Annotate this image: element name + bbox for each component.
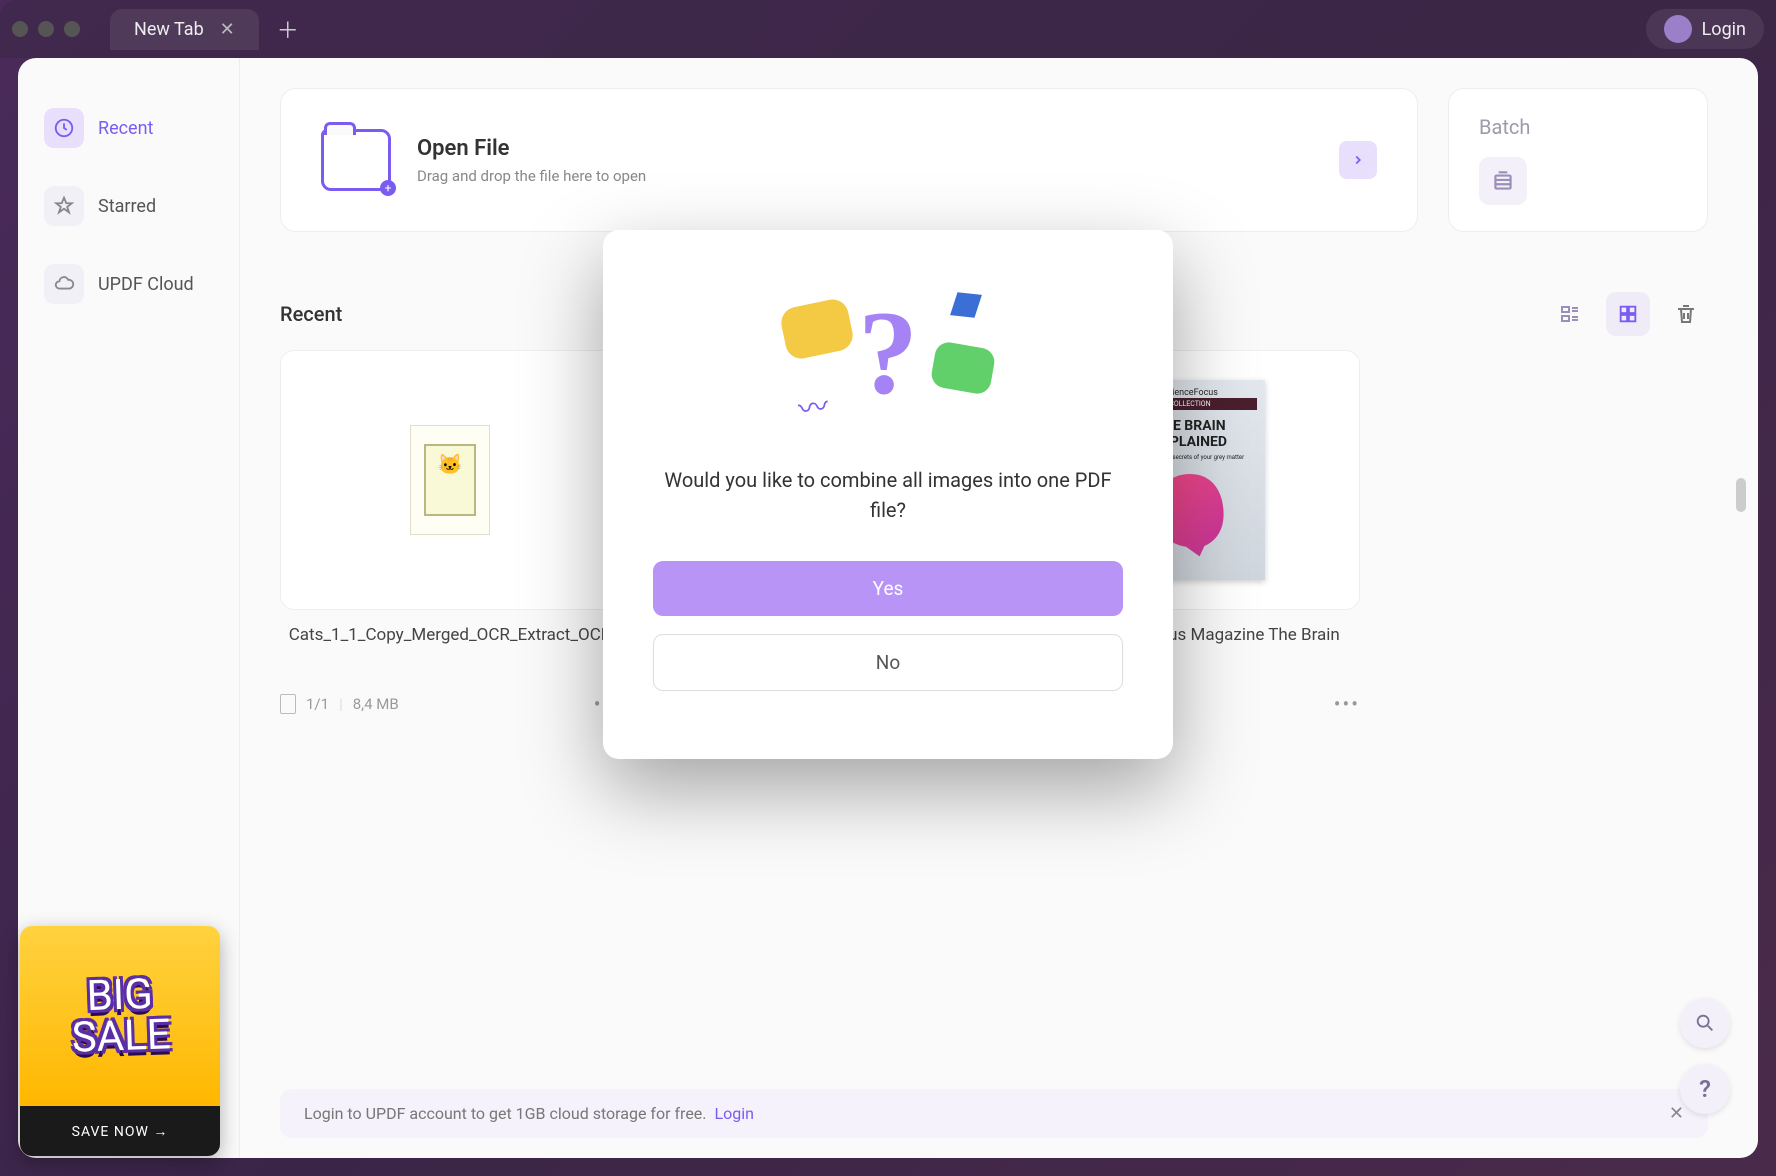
- no-button[interactable]: No: [653, 634, 1123, 691]
- combine-dialog: ? 〰 Would you like to combine all images…: [603, 230, 1173, 759]
- question-mark-icon: ?: [858, 284, 918, 422]
- dialog-message: Would you like to combine all images int…: [653, 465, 1123, 525]
- cube-icon: [950, 292, 982, 317]
- yes-button[interactable]: Yes: [653, 561, 1123, 616]
- dialog-illustration: ? 〰: [653, 285, 1123, 435]
- speech-bubble-icon: [778, 296, 855, 361]
- speech-bubble-icon: [929, 340, 996, 396]
- squiggle-icon: 〰: [795, 381, 831, 429]
- modal-overlay: ? 〰 Would you like to combine all images…: [0, 0, 1776, 1176]
